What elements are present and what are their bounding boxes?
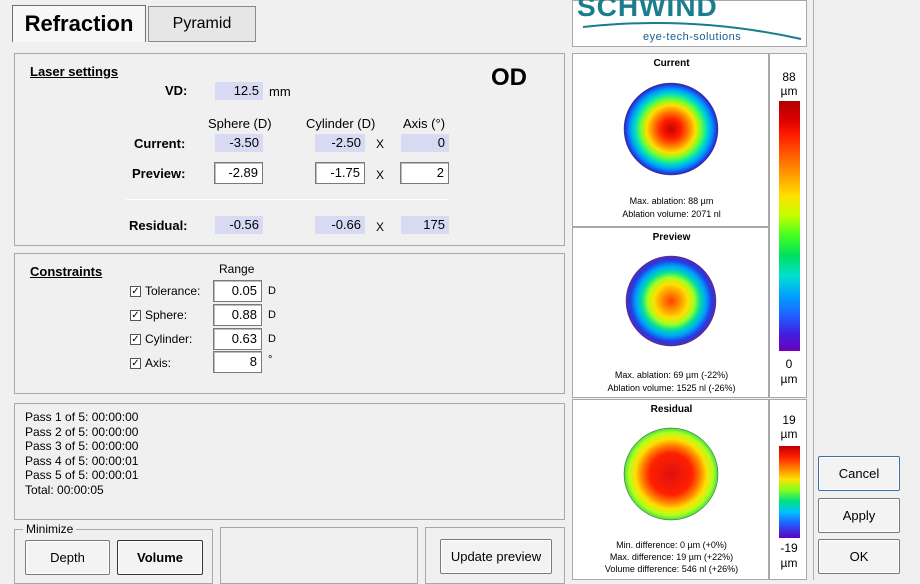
update-preview-button[interactable]: Update preview	[440, 539, 552, 574]
current-axis: 0	[401, 134, 449, 152]
tab-pyramid-label: Pyramid	[172, 15, 232, 32]
laser-settings-title: Laser settings	[30, 64, 119, 79]
scale-bottom-max: 19	[782, 413, 796, 427]
empty-panel	[220, 527, 418, 584]
apply-button[interactable]: Apply	[818, 498, 900, 533]
map-residual-panel: Residual Min. difference: 0 µm (+0%) Max…	[572, 399, 769, 580]
scale-bottom-min: -19	[780, 541, 798, 555]
logo-panel: SCHWIND eye-tech-solutions	[572, 0, 807, 47]
tolerance-label: Tolerance:	[145, 284, 201, 298]
scale-top-colorbar	[779, 101, 800, 351]
map-preview-line2: Ablation volume: 1525 nl (-26%)	[607, 383, 736, 393]
tolerance-checkbox[interactable]: ✓	[130, 286, 141, 297]
eye-label: OD	[491, 64, 527, 91]
scale-bottom-colorbar	[779, 446, 800, 538]
scale-bottom-panel: 19 µm -19 µm	[769, 399, 807, 580]
volume-button[interactable]: Volume	[117, 540, 203, 575]
preview-row-label: Preview:	[132, 166, 186, 181]
vd-unit: mm	[269, 84, 291, 99]
residual-x: X	[376, 220, 385, 234]
current-x: X	[376, 137, 385, 151]
axis-unit: °	[268, 354, 273, 366]
sphere-unit: D	[268, 309, 276, 321]
map-preview-line1: Max. ablation: 69 µm (-22%)	[614, 370, 729, 380]
map-current-line2: Ablation volume: 2071 nl	[622, 209, 721, 219]
scale-bottom-min-unit: µm	[780, 556, 798, 570]
update-preview-label: Update preview	[450, 549, 542, 564]
scale-top-min-unit: µm	[780, 372, 798, 386]
cylinder-input[interactable]: 0.63	[213, 328, 262, 350]
laser-divider	[126, 199, 448, 200]
minimize-title: Minimize	[23, 522, 77, 536]
column-sphere: Sphere (D)	[208, 116, 272, 131]
map-residual-line3: Volume difference: 546 nl (+26%)	[604, 564, 739, 574]
depth-button-label: Depth	[50, 550, 85, 565]
sphere-input[interactable]: 0.88	[213, 304, 262, 326]
log-line: Pass 1 of 5: 00:00:00	[25, 410, 139, 424]
preview-sphere-input[interactable]: -2.89	[214, 162, 263, 184]
vd-value: 12.5	[215, 82, 263, 100]
cylinder-unit: D	[268, 333, 276, 345]
scale-bottom-max-unit: µm	[780, 427, 798, 441]
right-column-divider	[813, 0, 814, 580]
cylinder-label: Cylinder:	[145, 332, 193, 346]
map-preview-panel: Preview Max. ablation: 69 µm (-22%) Abla…	[572, 227, 769, 398]
sphere-label: Sphere:	[145, 308, 188, 322]
map-current-panel: Current Max. ablation: 88 µm Ablation vo…	[572, 53, 769, 227]
cancel-button-label: Cancel	[838, 466, 880, 481]
log-panel: Pass 1 of 5: 00:00:00 Pass 2 of 5: 00:00…	[14, 403, 565, 520]
constraints-title: Constraints	[30, 264, 103, 279]
residual-row-label: Residual:	[129, 218, 188, 233]
cylinder-checkbox[interactable]: ✓	[130, 334, 141, 345]
volume-button-label: Volume	[137, 550, 183, 565]
laser-settings-panel: Laser settings OD VD: 12.5 mm Sphere (D)…	[14, 53, 565, 246]
depth-button[interactable]: Depth	[25, 540, 110, 575]
axis-label: Axis:	[145, 356, 172, 370]
scale-top-panel: 88 µm 0 µm	[769, 53, 807, 398]
residual-cylinder: -0.66	[315, 216, 365, 234]
residual-sphere: -0.56	[215, 216, 263, 234]
log-line: Pass 2 of 5: 00:00:00	[25, 424, 139, 439]
apply-button-label: Apply	[842, 508, 876, 523]
preview-x: X	[376, 168, 385, 182]
minimize-group: Minimize Depth Volume	[14, 522, 213, 584]
log-line: Pass 4 of 5: 00:00:01	[25, 453, 139, 468]
current-sphere: -3.50	[215, 134, 263, 152]
map-residual-line2: Max. difference: 19 µm (+22%)	[609, 552, 734, 562]
current-row-label: Current:	[134, 136, 186, 151]
cancel-button[interactable]: Cancel	[818, 456, 900, 491]
tab-refraction-label: Refraction	[24, 11, 134, 36]
tolerance-unit: D	[268, 285, 276, 297]
logo-tagline: eye-tech-solutions	[643, 31, 742, 43]
preview-axis-input[interactable]: 2	[400, 162, 449, 184]
preview-cylinder-input[interactable]: -1.75	[315, 162, 365, 184]
vd-label: VD:	[165, 83, 188, 98]
axis-checkbox[interactable]: ✓	[130, 358, 141, 369]
column-cylinder: Cylinder (D)	[306, 116, 376, 131]
tab-pyramid[interactable]: Pyramid	[148, 6, 256, 42]
map-current-line1: Max. ablation: 88 µm	[629, 196, 714, 206]
scale-top-max: 88	[782, 70, 796, 84]
ok-button-label: OK	[849, 549, 869, 564]
update-preview-panel: Update preview	[425, 527, 565, 584]
log-line: Pass 3 of 5: 00:00:00	[25, 439, 139, 454]
tolerance-input[interactable]: 0.05	[213, 280, 262, 302]
range-label: Range	[219, 262, 255, 276]
scale-top-min: 0	[785, 357, 793, 371]
log-line: Total: 00:00:05	[25, 482, 104, 497]
tab-refraction[interactable]: Refraction	[12, 5, 146, 42]
column-axis: Axis (°)	[403, 116, 446, 131]
current-cylinder: -2.50	[315, 134, 365, 152]
axis-input[interactable]: 8	[213, 351, 262, 373]
sphere-checkbox[interactable]: ✓	[130, 310, 141, 321]
ok-button[interactable]: OK	[818, 539, 900, 574]
log-line: Pass 5 of 5: 00:00:01	[25, 468, 139, 483]
constraints-panel: Constraints Range ✓ Tolerance: 0.05 D ✓ …	[14, 253, 565, 394]
residual-axis: 175	[401, 216, 449, 234]
map-residual-line1: Min. difference: 0 µm (+0%)	[616, 540, 727, 550]
scale-top-max-unit: µm	[780, 84, 798, 98]
